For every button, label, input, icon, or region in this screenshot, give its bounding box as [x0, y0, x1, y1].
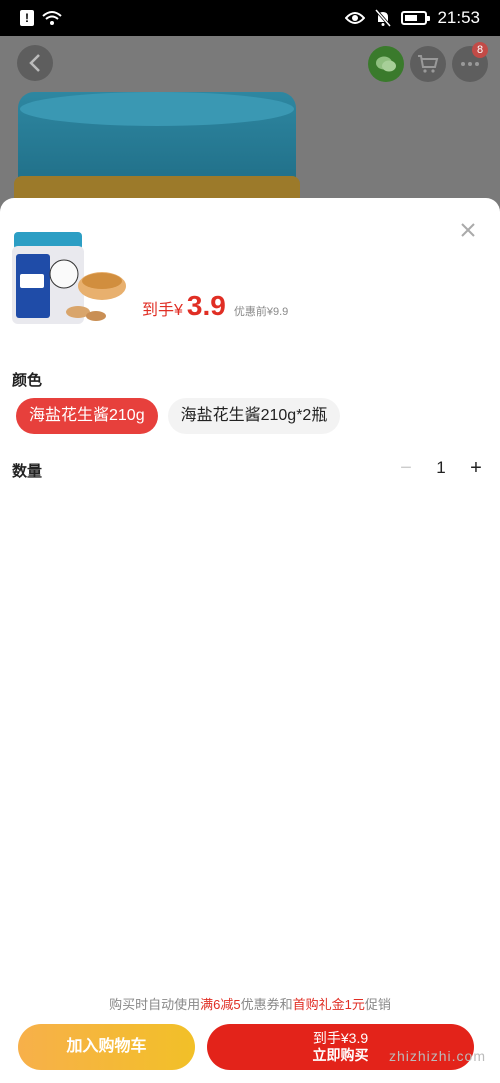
- original-price: 优惠前¥9.9: [233, 306, 289, 318]
- wechat-icon: [376, 56, 396, 72]
- add-to-cart-button[interactable]: 加入购物车: [18, 1024, 195, 1070]
- buy-price-label: 到手¥3.9: [312, 1030, 369, 1046]
- quantity-value: 1: [436, 458, 446, 477]
- cart-button[interactable]: [410, 46, 446, 82]
- price-prefix: 到手¥: [142, 302, 183, 319]
- battery-icon: [401, 11, 431, 25]
- more-icon: [461, 62, 479, 66]
- price-value: 3.9: [186, 290, 226, 321]
- wechat-share-button[interactable]: [368, 46, 404, 82]
- cart-badge: 8: [472, 42, 488, 58]
- color-options: 海盐花生酱210g 海盐花生酱210g*2瓶: [16, 398, 341, 434]
- close-button[interactable]: [456, 218, 480, 242]
- color-label: 颜色: [12, 372, 43, 389]
- bell-off-icon: [375, 9, 392, 27]
- sku-selector-sheet: 到手¥ 3.9 优惠前¥9.9 颜色 海盐花生酱210g 海盐花生酱210g*2…: [0, 198, 500, 1083]
- quantity-label: 数量: [12, 463, 43, 480]
- product-thumbnail: [12, 232, 126, 324]
- status-time: 21:53: [437, 8, 480, 27]
- status-bar: 21:53: [0, 0, 500, 36]
- option-210g[interactable]: 海盐花生酱210g: [16, 398, 158, 434]
- price-row: 到手¥ 3.9 优惠前¥9.9: [142, 290, 288, 322]
- cart-icon: [418, 55, 439, 73]
- plus-icon[interactable]: +: [466, 456, 486, 480]
- quantity-stepper: − 1 +: [396, 456, 486, 480]
- back-button[interactable]: [17, 45, 53, 81]
- wifi-icon: [42, 11, 62, 25]
- promo-text: 购买时自动使用满6减5优惠券和首购礼金1元促销: [109, 997, 391, 1012]
- eye-icon: [345, 12, 366, 24]
- watermark: zhizhizhi.com: [388, 1048, 486, 1064]
- minus-icon[interactable]: −: [396, 456, 416, 480]
- close-icon: [461, 223, 475, 237]
- option-210g-x2[interactable]: 海盐花生酱210g*2瓶: [167, 398, 341, 434]
- alert-icon: [20, 10, 34, 26]
- back-icon: [29, 54, 40, 72]
